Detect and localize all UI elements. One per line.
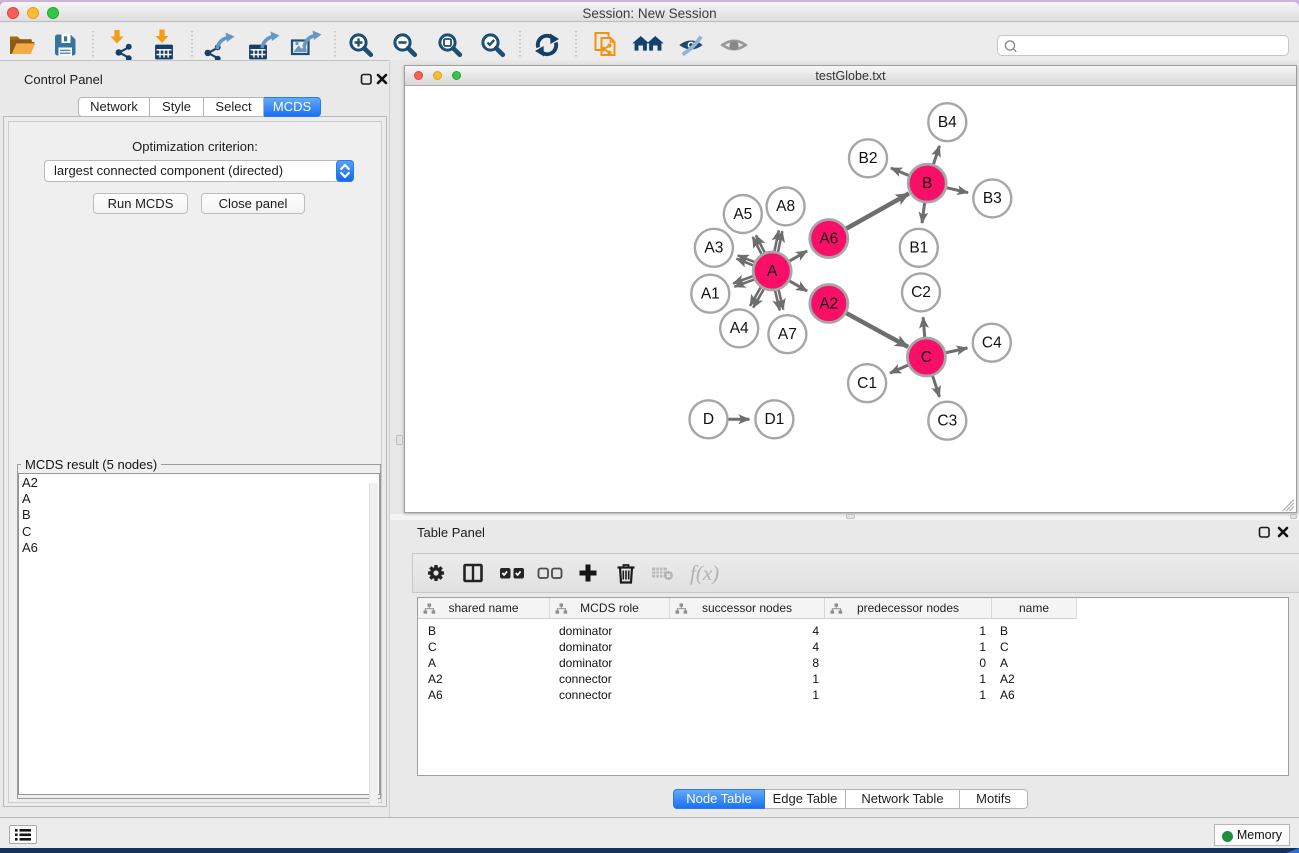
svg-text:C1: C1	[857, 375, 877, 392]
svg-text:A8: A8	[776, 198, 795, 215]
svg-text:A7: A7	[778, 326, 797, 343]
svg-text:C4: C4	[982, 335, 1002, 352]
svg-text:B: B	[922, 175, 932, 192]
svg-text:D1: D1	[764, 411, 784, 428]
svg-text:C: C	[921, 349, 932, 366]
svg-text:A1: A1	[701, 286, 720, 303]
svg-text:A5: A5	[733, 206, 752, 223]
svg-text:B3: B3	[983, 190, 1002, 207]
svg-text:B4: B4	[938, 114, 957, 131]
svg-text:A6: A6	[819, 230, 838, 247]
svg-text:C2: C2	[911, 284, 931, 301]
svg-text:A2: A2	[819, 295, 838, 312]
svg-text:f(x): f(x)	[690, 561, 719, 585]
svg-text:D: D	[703, 411, 714, 428]
svg-text:A: A	[767, 263, 778, 280]
svg-text:B2: B2	[859, 150, 878, 167]
svg-text:C3: C3	[937, 413, 957, 430]
svg-text:A4: A4	[730, 320, 749, 337]
svg-text:B1: B1	[909, 240, 928, 257]
svg-text:A3: A3	[704, 240, 723, 257]
